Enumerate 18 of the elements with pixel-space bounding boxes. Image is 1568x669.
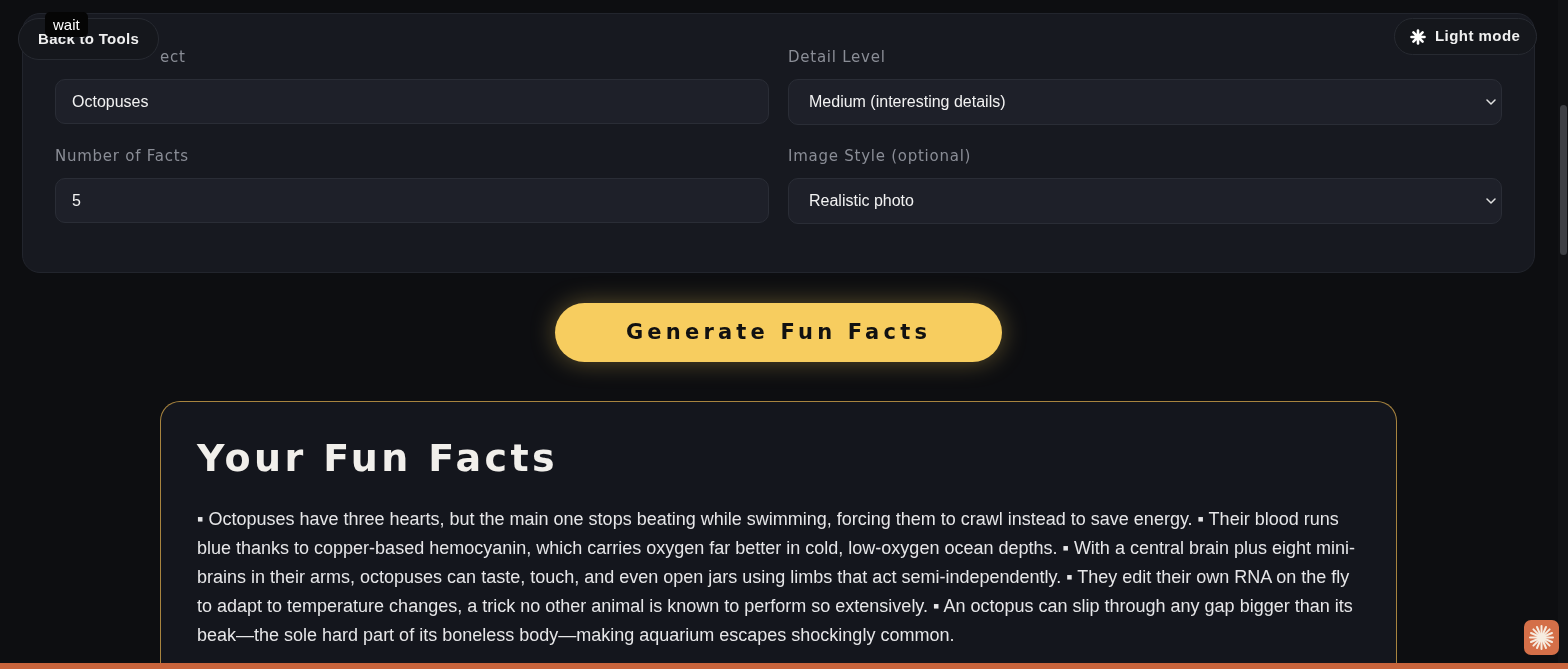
scrollbar-thumb[interactable]	[1560, 105, 1567, 255]
theme-toggle-button[interactable]: Light mode	[1394, 18, 1538, 55]
dropdown[interactable]: Medium (interesting details)	[788, 79, 1502, 125]
dropdown[interactable]: Realistic photo	[788, 178, 1502, 224]
results-title: Your Fun Facts	[197, 438, 559, 478]
chevron-down-icon	[1486, 198, 1496, 204]
field-label: Number of Facts	[55, 146, 189, 166]
chevron-down-icon	[1486, 99, 1496, 105]
scrollbar[interactable]	[1558, 0, 1568, 663]
starburst-icon[interactable]	[1524, 620, 1559, 655]
sun-icon	[1410, 28, 1426, 45]
field-label: ect	[160, 47, 186, 67]
text-input[interactable]: 5	[55, 178, 769, 223]
field-label: Detail Level	[788, 47, 886, 67]
facts-paragraph: ▪ Octopuses have three hearts, but the main one stops beating while swimming, forcing them to crawl instead to save energy. ▪ Their blood runs blue thanks to copper-based hemocyanin, which carries oxygen far better in cold, low-oxygen ocean depths. ▪ With a central brain plus eight mini-brains in their arms, octopuses can taste, touch, and even open jars using limbs that act semi-independently. ▪ They edit their own RNA on the fly to adapt to temperature changes, a trick no other animal is known to perform so extensively. ▪ An octopus can slip through any gap bigger than its beak—the sole hard part of its boneless body—making aquarium escapes shockingly common.	[197, 508, 1356, 647]
text-input[interactable]: Octopuses	[55, 79, 769, 124]
generate-button[interactable]: Generate Fun Facts	[555, 303, 1002, 362]
field-label: Image Style (optional)	[788, 146, 972, 166]
